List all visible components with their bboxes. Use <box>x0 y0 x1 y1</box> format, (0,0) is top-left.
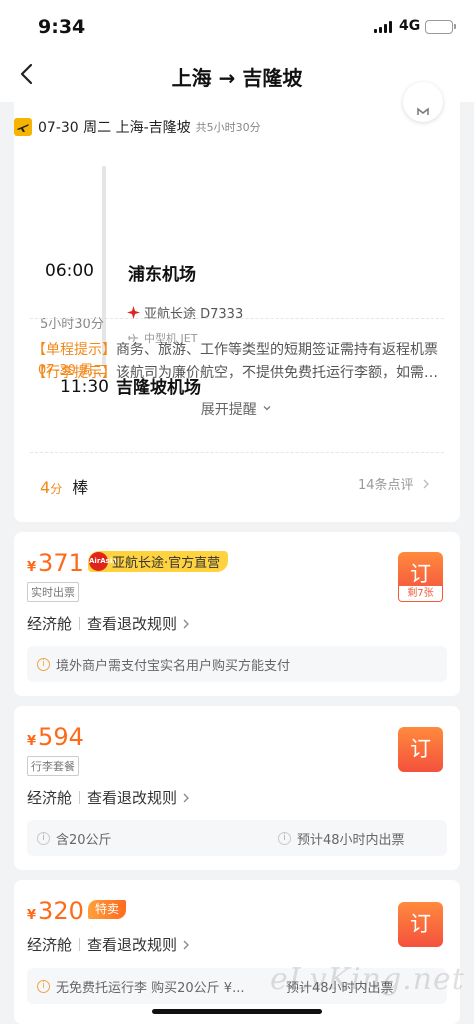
chevron-right-icon <box>182 792 190 804</box>
price-value: 320 <box>38 897 84 925</box>
cabin-row: 经济舱 查看退改规则 <box>27 613 190 634</box>
special-sale-badge: 特卖 <box>88 900 127 919</box>
share-button[interactable] <box>403 82 443 122</box>
plane-icon <box>14 118 32 136</box>
reviews-count: 14条点评 <box>358 478 414 493</box>
offer-price: ¥ 371 <box>27 549 84 577</box>
chevron-down-icon <box>261 402 273 418</box>
tip-text: 商务、旅游、工作等类型的短期签证需持有返程机票 <box>116 342 438 358</box>
book-button[interactable]: 订 <box>398 727 443 772</box>
departure-time: 06:00 <box>45 261 94 281</box>
page-title: 上海 → 吉隆坡 <box>171 66 303 90</box>
offer-price: ¥ 594 <box>27 723 84 751</box>
price-value: 594 <box>38 723 84 751</box>
payment-note: i 境外商户需支付宝实名用户购买方能支付 <box>27 646 447 682</box>
tip-baggage[interactable]: 【行李提示】该航司为廉价航空，不提供免费托运行李额，如需托运请另行购买 <box>32 362 450 382</box>
baggage-note: i 含20公斤 i 预计48小时内出票 <box>27 820 447 856</box>
nav-bar: 上海 → 吉隆坡 <box>0 48 474 102</box>
flight-detail-card: 07-30 周二 上海-吉隆坡 共5小时30分 06:00 浦东机场 5小时30… <box>14 100 460 522</box>
currency-symbol: ¥ <box>27 734 37 749</box>
airline-flight-number: 亚航长途 D7333 <box>144 307 244 322</box>
rating-word: 棒 <box>72 478 89 497</box>
refund-rules-link[interactable]: 查看退改规则 <box>87 613 177 634</box>
price-value: 371 <box>38 549 84 577</box>
chevron-right-icon <box>182 939 190 951</box>
refund-rules-link[interactable]: 查看退改规则 <box>87 787 177 808</box>
baggage-package-tag: 行李套餐 <box>27 756 79 776</box>
watermark: eLvKing.net <box>270 962 465 997</box>
note-text: 境外商户需支付宝实名用户购买方能支付 <box>56 658 291 674</box>
divider <box>30 318 444 319</box>
cabin-class: 经济舱 <box>27 615 73 633</box>
cabin-row: 经济舱 查看退改规则 <box>27 934 190 955</box>
rating-summary[interactable]: 4 分 棒 <box>40 474 88 498</box>
info-icon: i <box>37 979 50 993</box>
cabin-class: 经济舱 <box>27 936 73 954</box>
status-time: 9:34 <box>38 16 86 38</box>
info-icon: i <box>37 831 50 845</box>
cabin-row: 经济舱 查看退改规则 <box>27 787 190 808</box>
rating-unit: 分 <box>50 482 63 496</box>
info-icon: i <box>37 657 50 671</box>
airasia-logo: AirAsia <box>89 552 117 571</box>
chevron-right-icon <box>182 618 190 630</box>
flight-total-duration: 共5小时30分 <box>195 121 261 134</box>
flight-duration: 5小时30分 <box>40 317 104 332</box>
battery-icon <box>425 20 456 34</box>
currency-symbol: ¥ <box>27 560 37 575</box>
expand-tips-button[interactable]: 展开提醒 <box>14 399 460 419</box>
share-icon <box>415 102 431 121</box>
expand-label: 展开提醒 <box>200 402 257 418</box>
tip-one-way[interactable]: 【单程提示】商务、旅游、工作等类型的短期签证需持有返程机票 <box>32 339 450 359</box>
divider <box>30 452 444 453</box>
tip-tag: 【单程提示】 <box>32 342 116 358</box>
instant-ticket-tag: 实时出票 <box>27 582 79 602</box>
status-bar: 9:34 4G <box>0 0 474 48</box>
flight-header: 07-30 周二 上海-吉隆坡 共5小时30分 <box>14 117 261 137</box>
airline-info[interactable]: 亚航长途 D7333 <box>127 303 243 322</box>
signal-icon <box>374 21 392 33</box>
official-store-badge: AirAsia 亚航长途·官方直营 <box>88 551 229 572</box>
cabin-class: 经济舱 <box>27 789 73 807</box>
home-indicator <box>152 1009 322 1014</box>
chevron-right-icon <box>422 478 430 494</box>
book-button[interactable]: 订 <box>398 902 443 947</box>
rating-score: 4 <box>40 478 51 497</box>
baggage-weight: 含20公斤 <box>56 832 112 848</box>
flight-date-route: 07-30 周二 上海-吉隆坡 <box>38 120 191 136</box>
tip-text: 该航司为廉价航空，不提供免费托运行李额，如需托运请另行购买 <box>116 365 450 381</box>
refund-rules-link[interactable]: 查看退改规则 <box>87 934 177 955</box>
offer-price: ¥ 320 <box>27 897 84 925</box>
reviews-link[interactable]: 14条点评 <box>358 474 430 494</box>
network-type: 4G <box>399 18 421 34</box>
info-icon: i <box>278 831 291 845</box>
baggage-purchase-info: 无免费托运行李 购买20公斤 ¥... <box>56 980 245 996</box>
badge-label: 亚航长途·官方直营 <box>112 556 221 571</box>
currency-symbol: ¥ <box>27 908 37 923</box>
ticketing-time: 预计48小时内出票 <box>297 832 405 848</box>
departure-airport: 浦东机场 <box>128 265 196 285</box>
tip-tag: 【行李提示】 <box>32 365 116 381</box>
timeline-line <box>102 166 106 366</box>
seats-remaining-badge: 剩7张 <box>398 586 443 602</box>
